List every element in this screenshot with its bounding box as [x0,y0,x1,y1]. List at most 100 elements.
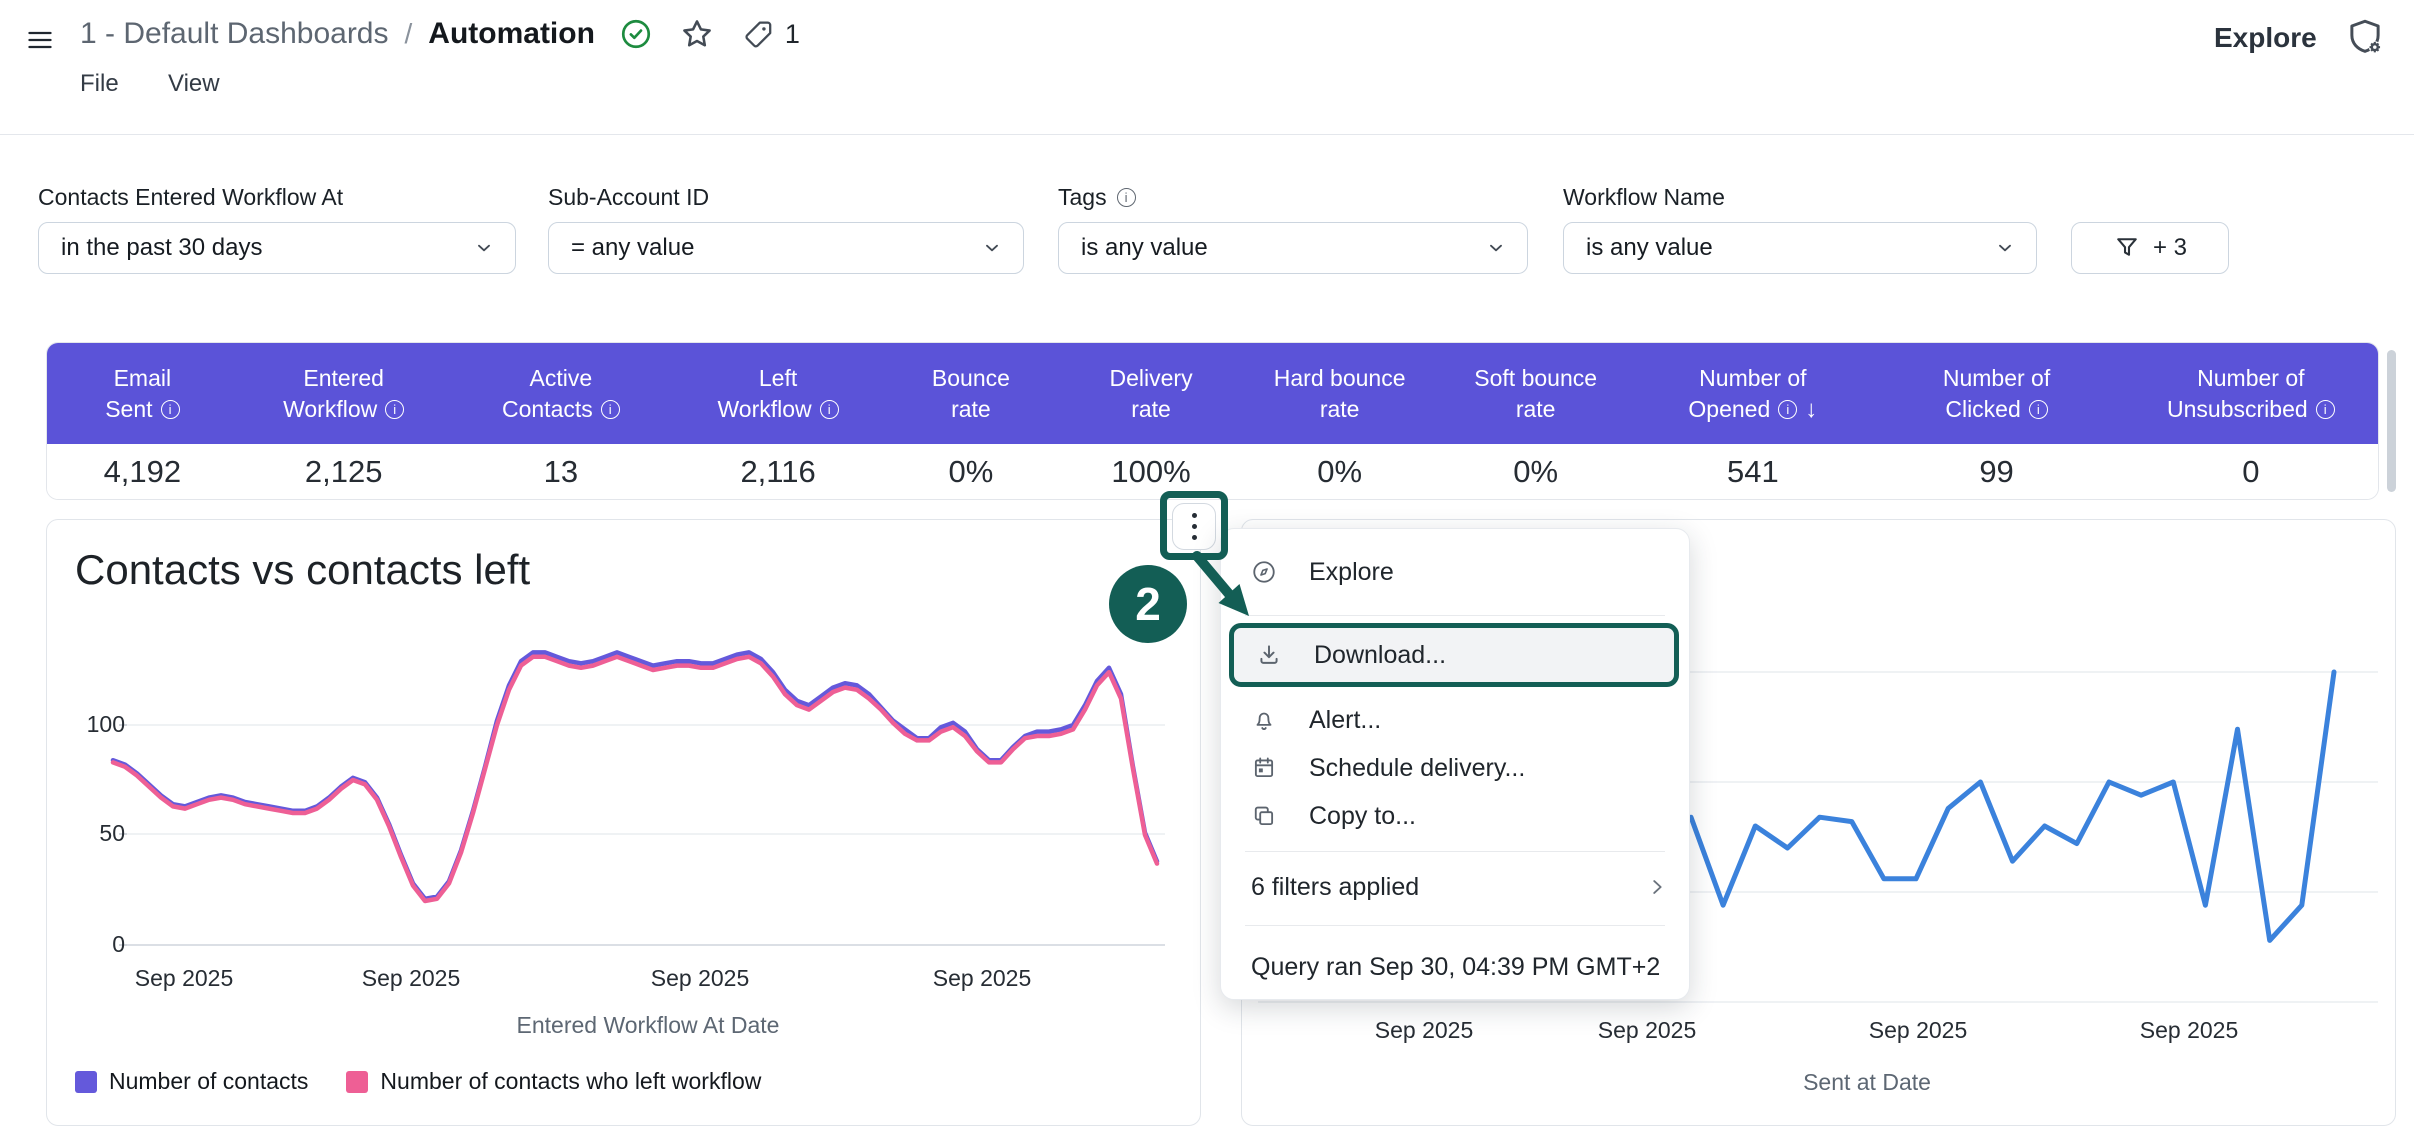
filter-label-text: Tags [1058,184,1107,211]
tile-context-menu: Explore Download... Alert... Schedule de… [1220,528,1690,1000]
filter-select-subaccount[interactable]: = any value [548,222,1024,274]
page-title: Automation [428,17,595,51]
more-filters-button[interactable]: + 3 [2071,222,2229,274]
bell-icon [1251,707,1277,733]
menu-item-alert[interactable]: Alert... [1221,695,1689,745]
kpi-value-left-workflow[interactable]: 2,116 [672,444,884,500]
file-menu[interactable]: File [80,70,119,98]
filter-value: = any value [571,234,694,262]
chevron-right-icon [1646,876,1668,898]
column-header-delivery-rate[interactable]: Deliveryrate [1058,343,1244,444]
chart-legend: Number of contacts Number of contacts wh… [75,1068,761,1095]
x-axis-title: Sent at Date [1667,1069,2067,1096]
y-tick-label: 0 [65,931,125,958]
column-header-active-contacts[interactable]: ActiveContactsi [450,343,673,444]
tile-contacts-vs-contacts-left: Contacts vs contacts left 100 50 0 Sep 2… [46,519,1201,1126]
filter-select-contacts-entered[interactable]: in the past 30 days [38,222,516,274]
filter-label-subaccount: Sub-Account ID [548,184,709,211]
info-icon[interactable]: i [385,400,404,419]
info-icon[interactable]: i [820,400,839,419]
check-circle-icon[interactable] [619,17,653,51]
x-tick-label: Sep 2025 [1838,1017,1998,1044]
tag-icon [743,18,775,50]
x-tick-label: Sep 2025 [2109,1017,2269,1044]
info-icon[interactable]: i [601,400,620,419]
menu-divider [1245,851,1665,852]
header-divider [0,134,2414,135]
filter-label-contacts-entered: Contacts Entered Workflow At [38,184,343,211]
menu-item-download[interactable]: Download... [1229,623,1679,687]
chevron-down-icon [473,237,495,259]
hamburger-icon [24,26,56,54]
menu-divider [1245,615,1665,616]
column-header-hard-bounce-rate[interactable]: Hard bouncerate [1244,343,1435,444]
kpi-value-email-sent[interactable]: 4,192 [47,444,238,500]
tag-count: 1 [785,19,800,50]
kpi-table-header: EmailSenti EnteredWorkflowi ActiveContac… [47,343,2378,444]
menu-item-schedule-delivery[interactable]: Schedule delivery... [1221,743,1689,793]
menu-divider [1245,925,1665,926]
legend-item-contacts-left: Number of contacts who left workflow [346,1068,761,1095]
x-tick-label: Sep 2025 [620,965,780,992]
kpi-value-number-opened[interactable]: 541 [1636,444,1869,500]
info-icon[interactable]: i [2316,400,2335,419]
info-icon[interactable]: i [1778,400,1797,419]
star-icon[interactable] [679,16,715,52]
kpi-value-active-contacts[interactable]: 13 [450,444,673,500]
filter-label-workflow-name: Workflow Name [1563,184,1725,211]
kpi-value-soft-bounce-rate[interactable]: 0% [1435,444,1636,500]
annotation-step-badge: 2 [1109,565,1187,643]
chevron-down-icon [1485,237,1507,259]
calendar-icon [1251,755,1277,781]
funnel-icon [2113,234,2141,262]
shield-gear-icon[interactable] [2344,16,2386,58]
view-menu[interactable]: View [168,70,220,98]
menu-item-copy-to[interactable]: Copy to... [1221,791,1689,841]
x-tick-label: Sep 2025 [331,965,491,992]
x-tick-label: Sep 2025 [1344,1017,1504,1044]
info-icon[interactable]: i [1117,188,1136,207]
kpi-table: EmailSenti EnteredWorkflowi ActiveContac… [46,342,2379,500]
column-header-soft-bounce-rate[interactable]: Soft bouncerate [1435,343,1636,444]
info-icon[interactable]: i [2029,400,2048,419]
hamburger-menu[interactable] [24,20,56,60]
chevron-down-icon [1994,237,2016,259]
column-header-email-sent[interactable]: EmailSenti [47,343,238,444]
copy-icon [1251,803,1277,829]
legend-swatch-purple [75,1071,97,1093]
download-icon [1256,642,1282,668]
kpi-value-bounce-rate[interactable]: 0% [884,444,1058,500]
breadcrumb-separator: / [405,18,413,50]
sort-desc-icon[interactable]: ↓ [1805,394,1817,425]
filter-select-workflow-name[interactable]: is any value [1563,222,2037,274]
filter-label-tags: Tags i [1058,184,1136,211]
kpi-value-number-unsubscribed[interactable]: 0 [2124,444,2378,500]
breadcrumb: 1 - Default Dashboards / Automation 1 [80,12,800,56]
x-tick-label: Sep 2025 [1567,1017,1727,1044]
filter-select-tags[interactable]: is any value [1058,222,1528,274]
column-header-number-clicked[interactable]: Number ofClickedi [1869,343,2123,444]
x-axis-title: Entered Workflow At Date [448,1012,848,1039]
column-header-left-workflow[interactable]: LeftWorkflowi [672,343,884,444]
info-icon[interactable]: i [161,400,180,419]
kpi-value-hard-bounce-rate[interactable]: 0% [1244,444,1435,500]
y-tick-label: 100 [65,711,125,738]
kpi-value-entered-workflow[interactable]: 2,125 [238,444,450,500]
annotation-highlight-box [1160,491,1228,560]
kpi-value-number-clicked[interactable]: 99 [1869,444,2123,500]
table-scrollbar[interactable] [2387,350,2396,492]
column-header-number-opened[interactable]: Number ofOpenedi↓ [1636,343,1869,444]
column-header-entered-workflow[interactable]: EnteredWorkflowi [238,343,450,444]
menu-item-filters-applied[interactable]: 6 filters applied [1221,861,1689,913]
x-tick-label: Sep 2025 [902,965,1062,992]
column-header-number-unsubscribed[interactable]: Number ofUnsubscribedi [2124,343,2378,444]
more-filters-count: + 3 [2153,234,2187,262]
menu-item-explore[interactable]: Explore [1221,547,1689,597]
filter-value: in the past 30 days [61,234,262,262]
column-header-bounce-rate[interactable]: Bouncerate [884,343,1058,444]
breadcrumb-parent-link[interactable]: 1 - Default Dashboards [80,17,389,51]
y-tick-label: 50 [65,820,125,847]
legend-swatch-pink [346,1071,368,1093]
tags-indicator[interactable]: 1 [743,18,800,50]
explore-top-button[interactable]: Explore [2214,22,2317,54]
